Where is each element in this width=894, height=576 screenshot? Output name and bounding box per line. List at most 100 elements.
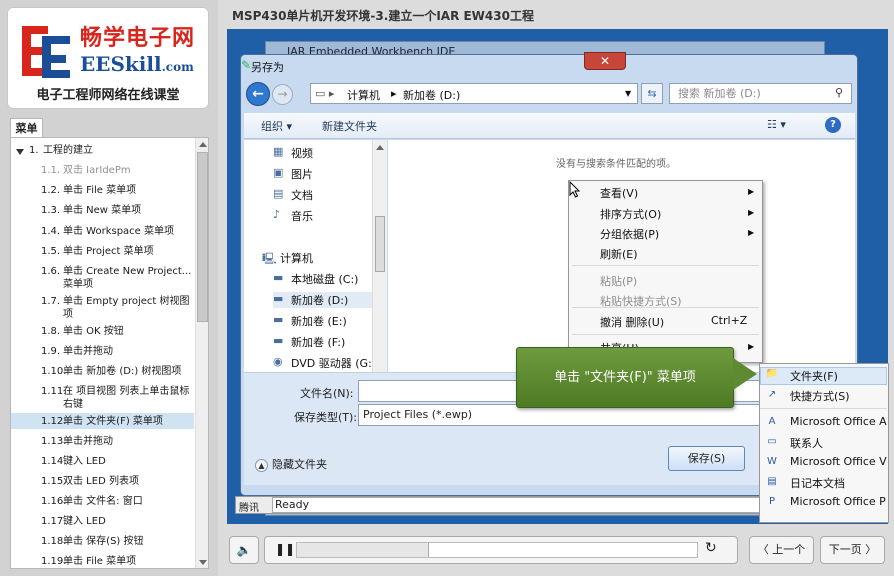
menu-scrollbar[interactable] (195, 138, 208, 568)
instruction-callout: 单击 "文件夹(F)" 菜单项 (516, 347, 734, 408)
nav-item[interactable]: ▬ 新加卷 (D:) (273, 292, 373, 308)
menu-item-label: 双击 LED 列表项 (63, 476, 139, 487)
previous-button[interactable]: 〈 上一个 (749, 536, 814, 564)
context-menu-item[interactable]: 粘贴(P) (600, 273, 755, 289)
nav-item-label: 文档 (291, 189, 313, 202)
hide-folders-toggle[interactable]: ▲ 隐藏文件夹 (255, 456, 327, 472)
new-folder-button[interactable]: 新建文件夹 (322, 118, 377, 134)
nav-item-icon: ▬ (273, 334, 284, 347)
menu-item[interactable]: 1.10. 单击 新加卷 (D:) 树视图项 (11, 363, 194, 379)
nav-item-label: DVD 驱动器 (G:) (291, 357, 377, 370)
menu-item[interactable]: 1.19. 单击 File 菜单项 (11, 553, 194, 568)
menu-item-label: 单击并拖动 (63, 436, 113, 447)
save-button[interactable]: 保存(S) (668, 446, 745, 471)
breadcrumb-computer[interactable]: 计算机 (347, 87, 380, 103)
logo: 畅学电子网 EESkill.com 电子工程师网络在线课堂 (7, 7, 209, 109)
context-menu-item[interactable]: 刷新(E) (600, 246, 755, 262)
menu-item[interactable]: 1.17. 键入 LED (11, 513, 194, 529)
context-menu-label: 粘贴(P) (600, 275, 638, 288)
nav-scroll-thumb[interactable] (375, 216, 385, 272)
dialog-title: 另存为 (251, 61, 284, 74)
search-icon[interactable]: ⚲ (835, 86, 843, 99)
collapse-triangle-icon[interactable] (16, 149, 24, 155)
menu-item[interactable]: 1.1. 双击 IarIdePm (11, 162, 194, 178)
help-icon[interactable]: ? (825, 117, 841, 133)
context-menu-label: 刷新(E) (600, 248, 638, 261)
next-button[interactable]: 下一页 〉 (820, 536, 885, 564)
refresh-icon[interactable]: ⇆ (641, 83, 663, 104)
menu-item[interactable]: 1.15. 双击 LED 列表项 (11, 473, 194, 489)
menu-item[interactable]: 1.5. 单击 Project 菜单项 (11, 243, 194, 259)
menu-separator (572, 265, 759, 266)
submenu-item-icon: ▤ (767, 476, 777, 487)
lesson-title: MSP430单片机开发环境-3.建立一个IAR EW430工程 (232, 9, 534, 23)
address-dropdown-icon[interactable]: ▼ (625, 89, 631, 98)
menu-item[interactable]: 1.2. 单击 File 菜单项 (11, 182, 194, 198)
nav-item-icon: 🖳 (262, 252, 277, 265)
context-menu-item[interactable]: 查看(V) ▶ (600, 185, 755, 201)
submenu-separator (760, 408, 887, 409)
dialog-app-icon: ✎ (241, 58, 252, 72)
views-button[interactable]: ☷ ▾ (767, 118, 786, 131)
submenu-item[interactable]: Microsoft Office A (790, 415, 887, 428)
scroll-up-icon[interactable] (199, 142, 207, 147)
playback-progress-bar[interactable] (296, 542, 698, 558)
menu-item[interactable]: 1.13. 单击并拖动 (11, 433, 194, 449)
navigation-scrollbar[interactable] (372, 140, 387, 372)
menu-item-num: 1.7. (41, 296, 61, 307)
menu-item[interactable]: 1.12. 单击 文件夹(F) 菜单项 (11, 413, 194, 429)
menu-item[interactable]: 1.14. 键入 LED (11, 453, 194, 469)
background-status-ready: Ready (272, 497, 792, 513)
menu-item[interactable]: 1.4. 单击 Workspace 菜单项 (11, 223, 194, 239)
menu-item[interactable]: 1.9. 单击并拖动 (11, 343, 194, 359)
nav-item-icon: ▣ (273, 166, 284, 179)
organize-button[interactable]: 组织 ▾ (261, 118, 292, 134)
menu-item[interactable]: 1.11. 在 项目视图 列表上单击鼠标右键 (11, 383, 194, 413)
submenu-item[interactable]: Microsoft Office V (790, 455, 887, 468)
scroll-down-icon[interactable] (199, 560, 207, 565)
menu-item[interactable]: 1.8. 单击 OK 按钮 (11, 323, 194, 339)
submenu-arrow-icon: ▶ (748, 208, 755, 217)
menu-item[interactable]: 1.3. 单击 New 菜单项 (11, 202, 194, 218)
nav-item-label: 视频 (291, 147, 313, 160)
dialog-close-button[interactable]: ✕ (584, 52, 626, 70)
menu-item-label: 单击 保存(S) 按钮 (63, 536, 144, 547)
volume-icon[interactable]: 🔈 (229, 536, 259, 564)
context-menu-item[interactable]: 排序方式(O) ▶ (600, 206, 755, 222)
playback-progress-fill (297, 543, 429, 557)
menu-tab[interactable]: 菜单 (10, 118, 43, 138)
menu-item-num: 1.2. (41, 185, 61, 196)
address-bar[interactable]: ▭ ▸ 计算机 ▸ 新加卷 (D:) ▼ (310, 83, 638, 104)
menu-item[interactable]: 1.16. 单击 文件名: 窗口 (11, 493, 194, 509)
context-menu-item[interactable]: 撤消 删除(U) Ctrl+Z (600, 314, 755, 330)
context-menu-item[interactable]: 分组依据(P) ▶ (600, 226, 755, 242)
back-arrow-icon[interactable]: ← (246, 82, 270, 106)
pause-button[interactable]: ❚❚ (275, 542, 295, 556)
nav-scroll-up-icon[interactable] (376, 145, 384, 150)
menu-item[interactable]: 1.18. 单击 保存(S) 按钮 (11, 533, 194, 549)
menu-item-label: 单击 文件夹(F) 菜单项 (63, 416, 163, 427)
search-input[interactable]: 搜索 新加卷 (D:) (669, 83, 852, 104)
hide-folders-label: 隐藏文件夹 (272, 458, 327, 471)
submenu-item[interactable]: 联系人 (790, 435, 823, 451)
menu-section-num: 1. (29, 145, 39, 156)
submenu-item[interactable]: 日记本文档 (790, 475, 845, 491)
breadcrumb-drive-d[interactable]: 新加卷 (D:) (403, 87, 460, 103)
menu-item-label: 键入 LED (63, 456, 106, 467)
menu-scroll-thumb[interactable] (197, 152, 208, 322)
filename-label: 文件名(N): (300, 387, 354, 400)
menu-section[interactable]: 1. 工程的建立 (11, 144, 194, 158)
submenu-item[interactable]: Microsoft Office P (790, 495, 886, 508)
drive-icon: ▭ ▸ (315, 87, 335, 100)
forward-arrow-icon[interactable]: → (272, 84, 293, 105)
nav-item-label: 本地磁盘 (C:) (291, 273, 359, 286)
submenu-item[interactable]: 快捷方式(S) (790, 388, 850, 404)
nav-item-label: 新加卷 (F:) (291, 336, 346, 349)
breadcrumb-separator-icon: ▸ (391, 87, 397, 100)
menu-item[interactable]: 1.6. 单击 Create New Project... 菜单项 (11, 263, 194, 293)
replay-icon[interactable]: ↻ (705, 540, 717, 556)
submenu-item[interactable]: 文件夹(F) (760, 367, 887, 385)
mouse-cursor-icon (569, 181, 581, 198)
menu-list: 1. 工程的建立 1.1. 双击 IarIdePm 1.2. 单击 File 菜单项 1… (11, 138, 194, 568)
menu-item[interactable]: 1.7. 单击 Empty project 树视图项 (11, 293, 194, 323)
